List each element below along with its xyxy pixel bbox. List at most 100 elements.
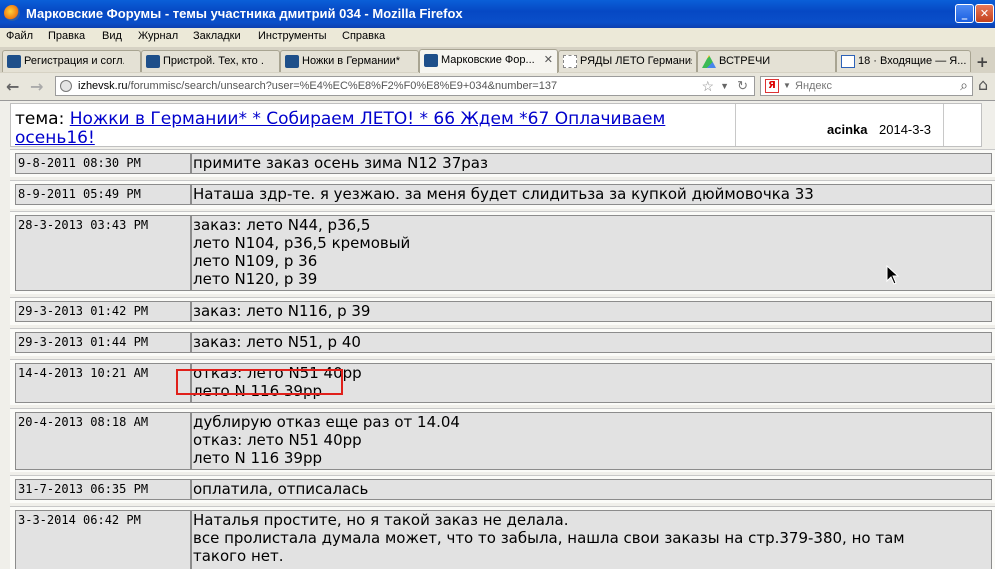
search-engine-dropdown-icon[interactable]: ▼ xyxy=(783,81,791,90)
bookmark-star-icon[interactable]: ☆ xyxy=(701,78,714,95)
post-message: Наташа здр-те. я уезжаю. за меня будет с… xyxy=(191,184,992,205)
post-row: 3-3-2014 06:42 PM Наталья простите, но я… xyxy=(10,506,995,569)
menu-file[interactable]: Файл xyxy=(6,30,33,42)
pen-icon xyxy=(146,55,160,68)
tab-label: Регистрация и согл... xyxy=(24,55,124,67)
post-line: заказ: лето N116, р 39 xyxy=(193,302,371,320)
post-date: 29-3-2013 01:42 PM xyxy=(15,301,191,322)
home-icon[interactable]: ⌂ xyxy=(978,75,988,94)
tab-label: ВСТРЕЧИ xyxy=(719,55,771,67)
new-tab-icon[interactable]: + xyxy=(976,53,989,71)
post-line: примите заказ осень зима N12 37раз xyxy=(193,154,488,172)
search-icon[interactable]: ⌕ xyxy=(960,77,968,94)
tab-label: Марковские Фор... xyxy=(441,54,535,66)
pen-icon xyxy=(424,54,438,67)
post-date: 8-9-2011 05:49 PM xyxy=(15,184,191,205)
post-row: 8-9-2011 05:49 PM Наташа здр-те. я уезжа… xyxy=(10,180,995,209)
tab-pristroy[interactable]: Пристрой. Тех, кто ... xyxy=(141,50,280,72)
tab-nozhki[interactable]: Ножки в Германии* ... xyxy=(280,50,419,72)
url-path: /forummisc/search/unsearch?user=%E4%EC%E… xyxy=(127,80,558,92)
yandex-icon[interactable]: Я xyxy=(765,79,779,93)
mail-icon xyxy=(841,55,855,68)
menu-tools[interactable]: Инструменты xyxy=(258,30,327,42)
post-row: 14-4-2013 10:21 AM отказ: лето N51 40рр … xyxy=(10,359,995,405)
post-line: такого нет. xyxy=(193,547,284,565)
close-button[interactable]: ✕ xyxy=(975,4,994,23)
url-text[interactable]: izhevsk.ru/forummisc/search/unsearch?use… xyxy=(78,80,557,92)
search-box[interactable]: Я ▼ Яндекс ⌕ xyxy=(760,76,973,96)
tab-label: РЯДЫ ЛЕТО Германия xyxy=(580,55,692,67)
post-date: 31-7-2013 06:35 PM xyxy=(15,479,191,500)
menu-view[interactable]: Вид xyxy=(102,30,122,42)
topic-header: тема: Ножки в Германии* * Собираем ЛЕТО!… xyxy=(10,103,982,148)
post-row: 31-7-2013 06:35 PM оплатила, отписалась xyxy=(10,475,995,503)
menu-help[interactable]: Справка xyxy=(342,30,385,42)
menu-bar: Файл Правка Вид Журнал Закладки Инструме… xyxy=(0,28,995,46)
tab-label: Ножки в Германии* ... xyxy=(302,55,402,67)
tab-bar: Регистрация и согл... Пристрой. Тех, кто… xyxy=(0,47,995,74)
topic-link[interactable]: Ножки в Германии* * Собираем ЛЕТО! * 66 … xyxy=(15,109,665,148)
drive-icon xyxy=(702,55,716,68)
post-date: 14-4-2013 10:21 AM xyxy=(15,363,191,403)
post-date: 3-3-2014 06:42 PM xyxy=(15,510,191,569)
post-message: оплатила, отписалась xyxy=(191,479,992,500)
url-dropdown-icon[interactable]: ▼ xyxy=(720,81,729,91)
post-line: лето N109, р 36 xyxy=(193,252,318,270)
window-titlebar: Марковские Форумы - темы участника дмитр… xyxy=(0,0,995,28)
firefox-logo-icon xyxy=(4,5,20,21)
doc-icon xyxy=(563,55,577,68)
minimize-button[interactable]: _ xyxy=(955,4,974,23)
topic-title-line: тема: Ножки в Германии* * Собираем ЛЕТО!… xyxy=(15,110,715,148)
post-message: заказ: лето N51, р 40 xyxy=(191,332,992,353)
post-message: заказ: лето N116, р 39 xyxy=(191,301,992,322)
tab-label: 18 · Входящие — Я... xyxy=(858,55,966,67)
post-line: лето N120, р 39 xyxy=(193,270,318,288)
tab-ryady-leto[interactable]: РЯДЫ ЛЕТО Германия xyxy=(558,50,697,72)
tab-markov-forums[interactable]: Марковские Фор... ✕ xyxy=(419,49,558,73)
post-date: 29-3-2013 01:44 PM xyxy=(15,332,191,353)
pen-icon xyxy=(285,55,299,68)
back-icon[interactable]: ← xyxy=(6,77,19,96)
post-message: дублирую отказ еще раз от 14.04 отказ: л… xyxy=(191,412,992,470)
post-row: 28-3-2013 03:43 PM заказ: лето N44, р36,… xyxy=(10,211,995,294)
post-date: 20-4-2013 08:18 AM xyxy=(15,412,191,470)
tab-vstrechi[interactable]: ВСТРЕЧИ xyxy=(697,50,836,72)
topic-prefix: тема: xyxy=(15,109,70,129)
window-title: Марковские Форумы - темы участника дмитр… xyxy=(26,6,463,21)
navigation-bar: ← → izhevsk.ru/forummisc/search/unsearch… xyxy=(0,73,995,100)
post-line: Наташа здр-те. я уезжаю. за меня будет с… xyxy=(193,185,814,203)
menu-bookmarks[interactable]: Закладки xyxy=(193,30,241,42)
page-content: тема: Ножки в Германии* * Собираем ЛЕТО!… xyxy=(0,100,995,569)
post-line: заказ: лето N51, р 40 xyxy=(193,333,361,351)
pen-icon xyxy=(7,55,21,68)
post-line: все пролистала думала может, что то забы… xyxy=(193,529,905,547)
topic-date: 2014-3-3 xyxy=(879,122,932,137)
post-line: дублирую отказ еще раз от 14.04 xyxy=(193,413,460,431)
post-line: оплатила, отписалась xyxy=(193,480,369,498)
post-date: 9-8-2011 08:30 PM xyxy=(15,153,191,174)
close-tab-icon[interactable]: ✕ xyxy=(544,53,553,66)
post-date: 28-3-2013 03:43 PM xyxy=(15,215,191,291)
post-message: заказ: лето N44, р36,5 лето N104, р36,5 … xyxy=(191,215,992,291)
url-domain: izhevsk.ru xyxy=(78,80,128,92)
forward-icon[interactable]: → xyxy=(30,77,43,96)
highlight-box xyxy=(176,369,343,395)
topic-author: acinka xyxy=(827,122,868,137)
post-row: 29-3-2013 01:42 PM заказ: лето N116, р 3… xyxy=(10,297,995,325)
post-row: 9-8-2011 08:30 PM примите заказ осень зи… xyxy=(10,149,995,177)
reload-icon[interactable]: ↻ xyxy=(737,78,748,94)
menu-edit[interactable]: Правка xyxy=(48,30,85,42)
post-line: отказ: лето N51 40рр xyxy=(193,431,362,449)
post-line: лето N104, р36,5 кремовый xyxy=(193,234,411,252)
post-line: заказ: лето N44, р36,5 xyxy=(193,216,371,234)
menu-history[interactable]: Журнал xyxy=(138,30,178,42)
post-row: 20-4-2013 08:18 AM дублирую отказ еще ра… xyxy=(10,408,995,472)
post-row: 29-3-2013 01:44 PM заказ: лето N51, р 40 xyxy=(10,328,995,356)
post-message: примите заказ осень зима N12 37раз xyxy=(191,153,992,174)
url-bar[interactable]: izhevsk.ru/forummisc/search/unsearch?use… xyxy=(55,76,755,96)
post-message: Наталья простите, но я такой заказ не де… xyxy=(191,510,992,569)
tab-registration[interactable]: Регистрация и согл... xyxy=(2,50,141,72)
tab-inbox[interactable]: 18 · Входящие — Я... xyxy=(836,50,971,72)
globe-icon xyxy=(60,80,72,92)
search-input[interactable]: Яндекс xyxy=(795,80,832,92)
